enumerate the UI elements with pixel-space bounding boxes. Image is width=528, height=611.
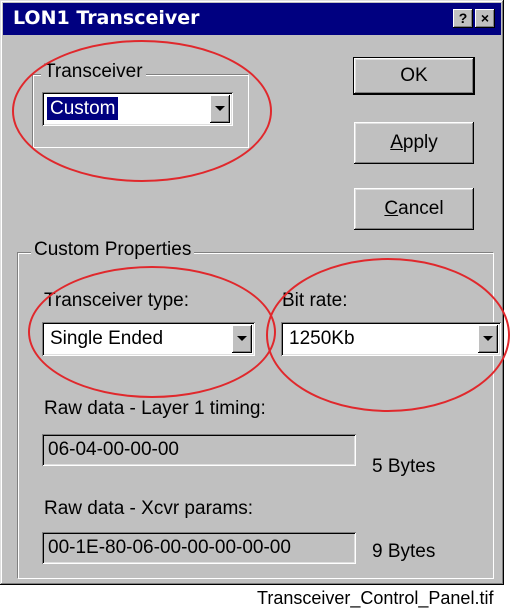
transceiver-select-value: Custom xyxy=(47,97,119,120)
window-title: LON1 Transceiver xyxy=(13,7,200,29)
chevron-down-icon[interactable] xyxy=(232,325,252,353)
title-bar[interactable]: LON1 Transceiver ? × xyxy=(3,3,501,35)
transceiver-type-select[interactable]: Single Ended xyxy=(42,322,255,356)
layer1-timing-size: 5 Bytes xyxy=(372,456,436,477)
ok-button-label: OK xyxy=(400,65,428,86)
transceiver-type-label: Transceiver type: xyxy=(44,290,190,311)
xcvr-params-value: 00-1E-80-06-00-00-00-00-00 xyxy=(48,537,291,558)
image-filename-caption: Transceiver_Control_Panel.tif xyxy=(257,588,494,608)
xcvr-params-size: 9 Bytes xyxy=(372,541,436,562)
apply-button[interactable]: Apply xyxy=(354,122,474,164)
custom-properties-legend: Custom Properties xyxy=(31,239,195,261)
xcvr-params-field[interactable]: 00-1E-80-06-00-00-00-00-00 xyxy=(42,532,356,564)
cancel-button-label: Cancel xyxy=(384,198,444,219)
layer1-timing-field[interactable]: 06-04-00-00-00 xyxy=(42,434,356,466)
layer1-timing-label: Raw data - Layer 1 timing: xyxy=(44,398,266,419)
bit-rate-label: Bit rate: xyxy=(282,290,348,311)
ok-button[interactable]: OK xyxy=(353,57,475,95)
transceiver-type-value: Single Ended xyxy=(50,328,164,349)
apply-button-label: Apply xyxy=(390,132,438,153)
chevron-down-icon[interactable] xyxy=(478,325,498,353)
bit-rate-select[interactable]: 1250Kb xyxy=(281,322,501,356)
layer1-timing-value: 06-04-00-00-00 xyxy=(48,439,179,460)
xcvr-params-label: Raw data - Xcvr params: xyxy=(44,498,254,519)
bit-rate-value: 1250Kb xyxy=(289,328,355,349)
transceiver-select[interactable]: Custom xyxy=(42,92,233,126)
transceiver-dialog: LON1 Transceiver ? × Transceiver Custom … xyxy=(0,0,504,585)
transceiver-group-legend: Transceiver xyxy=(41,61,146,83)
close-button[interactable]: × xyxy=(475,9,495,28)
chevron-down-icon[interactable] xyxy=(210,95,230,123)
help-button[interactable]: ? xyxy=(453,9,473,28)
cancel-button[interactable]: Cancel xyxy=(354,188,474,230)
